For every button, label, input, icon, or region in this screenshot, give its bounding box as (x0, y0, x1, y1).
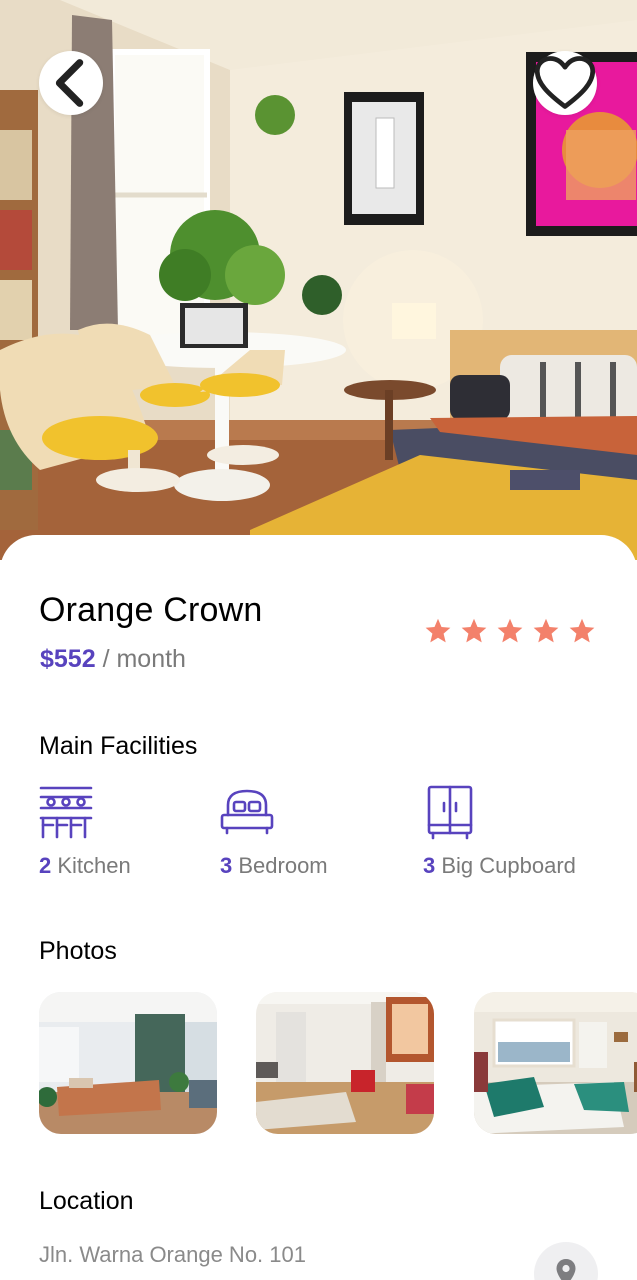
bedroom-photo (474, 992, 637, 1134)
star-icon (461, 618, 487, 643)
facilities-title: Main Facilities (39, 732, 198, 760)
bed-icon (220, 789, 274, 835)
facility-kitchen: 2 Kitchen (39, 785, 131, 878)
listing-title: Orange Crown (39, 591, 263, 629)
kitchen-icon (39, 786, 93, 839)
bedroom-label: Bedroom (232, 853, 328, 878)
photo-thumbnail[interactable] (256, 992, 434, 1134)
price-unit: / month (95, 645, 186, 673)
address-text: Jln. Warna Orange No. 101 (39, 1242, 306, 1267)
dining-room-photo (256, 992, 434, 1134)
price-row: $552 / month (40, 645, 186, 674)
chevron-left-icon (55, 59, 84, 107)
star-icon (497, 618, 523, 643)
cupboard-count: 3 (423, 853, 436, 878)
map-pin-icon (556, 1259, 576, 1280)
cupboard-label: Big Cupboard (435, 853, 576, 878)
photo-thumbnail[interactable] (39, 992, 217, 1134)
star-icon (569, 618, 595, 643)
photos-title: Photos (39, 937, 117, 965)
heart-icon (534, 56, 596, 109)
star-icon (533, 618, 559, 643)
kitchen-label: Kitchen (51, 853, 131, 878)
hero-image (0, 0, 637, 560)
kitchen-count: 2 (39, 853, 52, 878)
facility-cupboard: 3 Big Cupboard (423, 785, 576, 878)
living-room-photo (39, 992, 217, 1134)
back-button[interactable] (39, 51, 103, 115)
facility-bedroom: 3 Bedroom (220, 785, 328, 878)
map-button[interactable] (534, 1242, 598, 1280)
favorite-button[interactable] (533, 51, 597, 115)
star-icon (425, 618, 451, 643)
details-sheet: Orange Crown $552 / month Main Facilitie… (0, 535, 637, 1280)
cupboard-icon (427, 785, 473, 840)
price-value: $552 (40, 645, 96, 673)
rating-stars (424, 617, 596, 645)
photo-thumbnail[interactable] (474, 992, 637, 1134)
bedroom-count: 3 (220, 853, 233, 878)
location-title: Location (39, 1187, 134, 1215)
